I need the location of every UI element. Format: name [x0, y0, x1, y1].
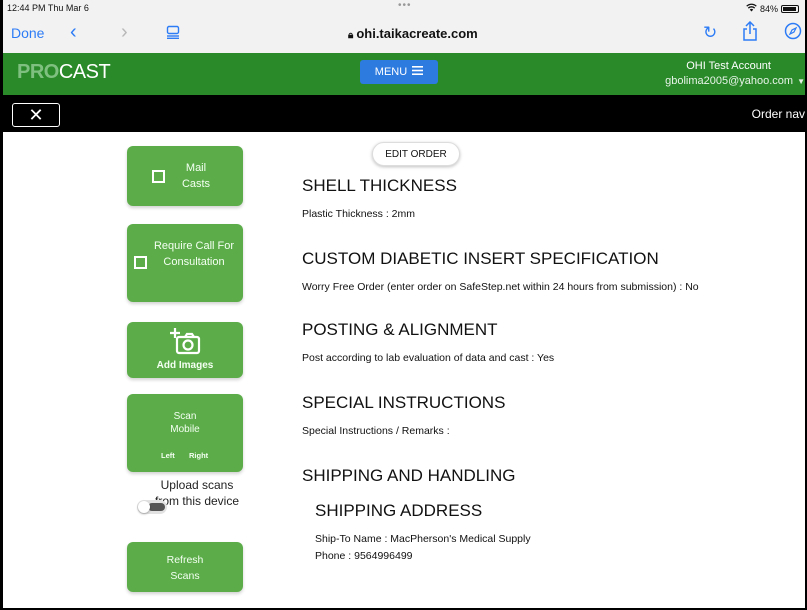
account-menu[interactable]: OHI Test Account gbolima2005@yahoo.com ▼: [665, 59, 805, 89]
camera-plus-icon: [169, 327, 201, 360]
status-time: 12:44 PM Thu Mar 6: [7, 3, 89, 13]
section-heading: CUSTOM DIABETIC INSERT SPECIFICATION: [302, 249, 659, 268]
ship-phone: Phone : 9564996499: [315, 550, 413, 562]
battery-icon: [781, 4, 799, 13]
section-detail: Plastic Thickness : 2mm: [302, 208, 416, 220]
scan-mobile-label-2: Mobile: [170, 424, 200, 435]
safari-toolbar: Done ‹ › 🔒︎ ohi.taikacreate.com ↻: [3, 16, 805, 53]
section-heading: SPECIAL INSTRUCTIONS: [302, 393, 506, 412]
reload-icon[interactable]: ↻: [703, 23, 717, 43]
toggle-track: [148, 503, 165, 511]
hamburger-icon: [412, 66, 424, 78]
require-call-checkbox[interactable]: [134, 256, 147, 269]
add-images-label: Add Images: [156, 360, 214, 371]
tabs-icon[interactable]: [166, 25, 180, 40]
battery-percent: 84%: [759, 3, 778, 14]
require-call-button[interactable]: Require Call For Consultation: [127, 224, 243, 302]
require-call-label: Require Call For Consultation: [153, 240, 235, 268]
shipping-address-heading: SHIPPING ADDRESS: [315, 501, 483, 520]
caret-down-icon: ▼: [797, 77, 805, 86]
status-right: 84%: [746, 3, 799, 14]
menu-button[interactable]: MENU: [360, 60, 438, 84]
add-images-button[interactable]: Add Images: [127, 322, 243, 378]
order-nav-bar: ✕ Order nav: [3, 95, 805, 132]
procast-logo[interactable]: PROCAST: [17, 61, 111, 84]
account-name: OHI Test Account: [686, 60, 771, 72]
close-button[interactable]: ✕: [12, 103, 60, 127]
multitask-dots[interactable]: •••: [398, 0, 412, 11]
site-header: PROCAST MENU OHI Test Account gbolima200…: [3, 53, 805, 95]
page-content: Mail Casts Require Call For Consultation…: [3, 132, 805, 608]
wifi-icon: [746, 3, 757, 14]
ship-to-name: Ship-To Name : MacPherson's Medical Supp…: [315, 533, 531, 545]
section-heading: SHELL THICKNESS: [302, 176, 457, 195]
status-bar: 12:44 PM Thu Mar 6 ••• 84%: [3, 0, 805, 16]
refresh-scans-label-1: Refresh: [166, 554, 204, 566]
mail-casts-checkbox[interactable]: [152, 170, 165, 183]
order-nav-title[interactable]: Order nav: [752, 107, 805, 121]
menu-label: MENU: [374, 66, 408, 78]
account-email: gbolima2005@yahoo.com: [665, 75, 794, 87]
section-detail: Special Instructions / Remarks :: [302, 425, 450, 437]
mail-casts-button[interactable]: Mail Casts: [127, 146, 243, 206]
compass-icon[interactable]: [784, 22, 802, 40]
back-arrow-icon[interactable]: ‹: [70, 21, 77, 44]
section-heading: POSTING & ALIGNMENT: [302, 320, 498, 339]
scan-right-button[interactable]: Right: [189, 448, 208, 464]
section-detail: Worry Free Order (enter order on SafeSte…: [302, 281, 699, 293]
scan-left-button[interactable]: Left: [161, 448, 175, 464]
scan-mobile-label-1: Scan: [173, 411, 197, 422]
section-heading: SHIPPING AND HANDLING: [302, 466, 516, 485]
edit-order-button[interactable]: EDIT ORDER: [372, 142, 460, 166]
lock-icon: 🔒︎: [348, 30, 354, 41]
upload-scans-toggle[interactable]: [137, 500, 167, 514]
mail-casts-label: Mail Casts: [181, 162, 211, 190]
share-icon[interactable]: [741, 20, 759, 41]
forward-arrow-icon[interactable]: ›: [121, 21, 128, 44]
scan-mobile-button[interactable]: Scan Mobile Left Right: [127, 394, 243, 472]
refresh-scans-label-2: Scans: [170, 570, 200, 582]
address-bar[interactable]: 🔒︎ ohi.taikacreate.com: [348, 26, 478, 41]
account-email-row: gbolima2005@yahoo.com ▼: [665, 74, 805, 89]
browser-window: 12:44 PM Thu Mar 6 ••• 84% Done ‹ › 🔒︎ oh…: [0, 0, 807, 610]
done-button[interactable]: Done: [11, 25, 44, 41]
refresh-scans-button[interactable]: Refresh Scans: [127, 542, 243, 592]
url-text: ohi.taikacreate.com: [356, 26, 478, 41]
section-detail: Post according to lab evaluation of data…: [302, 352, 555, 364]
